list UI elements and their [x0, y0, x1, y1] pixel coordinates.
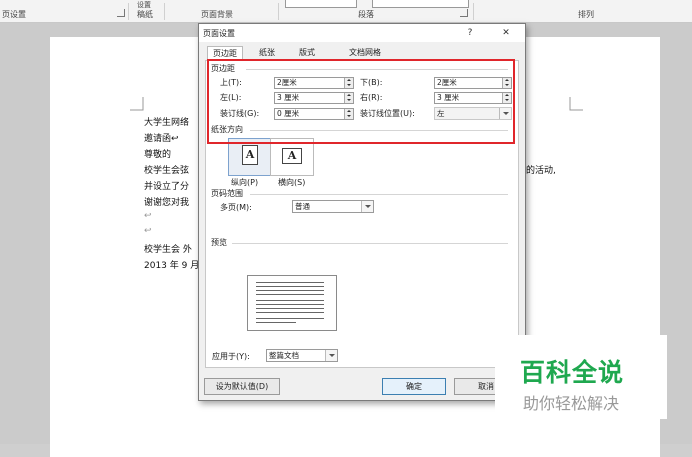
- watermark-subtitle: 助你轻松解决: [523, 394, 620, 413]
- ok-button[interactable]: 确定: [382, 378, 446, 395]
- doc-line: 尊敬的: [144, 150, 172, 160]
- ribbon-separator: [164, 3, 165, 20]
- ribbon-indent-spinner[interactable]: [285, 0, 357, 8]
- ribbon-group-page-background: 页面背景: [201, 10, 233, 19]
- landscape-page-icon: A: [282, 148, 302, 164]
- apply-to-select[interactable]: 整篇文档: [266, 349, 338, 362]
- watermark: 百科全说 助你轻松解决: [495, 335, 667, 419]
- chevron-down-icon[interactable]: [361, 201, 373, 212]
- portrait-label[interactable]: 纵向(P): [231, 177, 258, 188]
- ribbon-separator: [278, 3, 279, 20]
- preview-text-line: [256, 282, 324, 283]
- section-divider: [232, 243, 508, 244]
- chevron-down-icon[interactable]: [325, 350, 337, 361]
- ribbon-separator: [128, 3, 129, 20]
- doc-line: 谢谢您对我: [144, 198, 190, 208]
- preview-text-line: [256, 308, 324, 309]
- doc-line: 2013 年 9 月: [144, 261, 200, 271]
- ribbon-manuscript[interactable]: 稿纸: [137, 9, 153, 20]
- ribbon-group-page-setup: 页设置: [2, 10, 26, 19]
- preview-text-line: [256, 290, 324, 291]
- pages-section-label: 页码范围: [211, 189, 243, 198]
- dialog-titlebar[interactable]: 页面设置 ? ✕: [199, 24, 525, 42]
- preview-text-line: [256, 312, 324, 313]
- multiple-pages-select[interactable]: 普通: [292, 200, 374, 213]
- dialog-title: 页面设置: [203, 29, 235, 38]
- landscape-label[interactable]: 横向(S): [278, 177, 305, 188]
- tab-layout[interactable]: 版式: [292, 46, 322, 59]
- preview-text-line: [256, 300, 324, 301]
- ribbon-separator: [473, 3, 474, 20]
- ribbon-group-paragraph: 段落: [358, 10, 374, 19]
- apply-to-value: 整篇文档: [269, 351, 299, 360]
- portrait-page-icon: A: [242, 145, 258, 165]
- doc-line: 校学生会弦: [144, 166, 190, 176]
- preview-text-line: [256, 294, 324, 295]
- apply-to-label: 应用于(Y):: [212, 352, 250, 361]
- preview-text-line: [256, 286, 324, 287]
- ribbon-spacing-spinner[interactable]: [372, 0, 469, 8]
- help-icon[interactable]: ?: [461, 26, 479, 40]
- margin-corner-icon: [569, 97, 583, 111]
- margins-highlight-box: [207, 59, 515, 144]
- doc-line: 大学生网络: [144, 118, 190, 128]
- set-default-button[interactable]: 设为默认值(D): [204, 378, 280, 395]
- doc-line: 校学生会 外: [144, 245, 192, 255]
- preview-section-label: 预览: [211, 238, 227, 247]
- preview-text-line: [256, 318, 324, 319]
- paragraph-launcher-icon[interactable]: [460, 9, 468, 17]
- ribbon: 设置 页设置 稿纸 页面背景 段落 排列: [0, 0, 692, 23]
- section-divider: [250, 194, 508, 195]
- page-setup-launcher-icon[interactable]: [117, 9, 125, 17]
- doc-line-fragment: 的活动,: [526, 166, 556, 176]
- preview-page: [247, 275, 337, 331]
- multiple-pages-value: 普通: [295, 202, 310, 211]
- doc-line: ↩: [144, 211, 152, 221]
- preview-text-line: [256, 304, 324, 305]
- tab-document-grid[interactable]: 文档网格: [340, 46, 390, 59]
- preview-text-line: [256, 322, 296, 323]
- doc-line: 邀请函↩: [144, 134, 179, 144]
- tab-paper[interactable]: 纸张: [252, 46, 282, 59]
- doc-line: ↩: [144, 226, 152, 236]
- multiple-pages-label: 多页(M):: [220, 203, 252, 212]
- doc-line: 并设立了分: [144, 182, 190, 192]
- watermark-logo: 百科全说: [520, 358, 625, 387]
- ribbon-group-arrange: 排列: [578, 10, 594, 19]
- close-icon[interactable]: ✕: [497, 26, 515, 40]
- margin-corner-icon: [130, 97, 144, 111]
